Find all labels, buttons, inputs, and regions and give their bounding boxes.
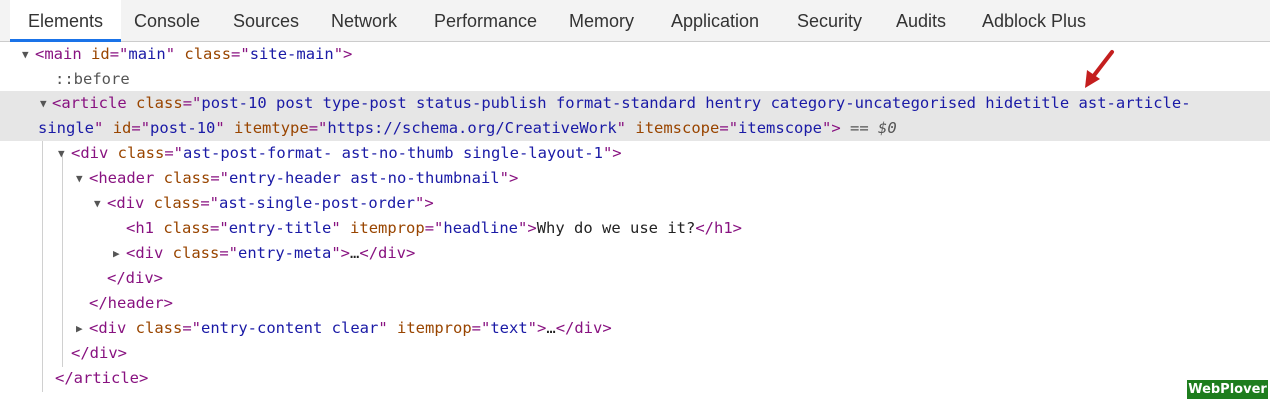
watermark-logo: WebPlover	[1187, 380, 1268, 399]
dom-node-main[interactable]: ▼ <main id="main" class="site-main">	[0, 42, 1270, 67]
attr-value: ast-single-post-order	[219, 194, 415, 212]
attr-value: entry-content clear	[201, 319, 379, 337]
attr-value: itemscope	[738, 119, 823, 137]
dom-node-entry-content[interactable]: ▶ <div class="entry-content clear" itemp…	[0, 316, 1270, 341]
tab-sources[interactable]: Sources	[233, 0, 299, 42]
dom-node-close-div[interactable]: </div>	[0, 341, 1270, 366]
tag-name: article	[61, 94, 127, 112]
dom-node-before[interactable]: ::before	[0, 67, 1270, 92]
attr-value: entry-header ast-no-thumbnail	[229, 169, 500, 187]
dom-node-entry-meta[interactable]: ▶ <div class="entry-meta">…</div>	[0, 241, 1270, 266]
attr-value: single	[38, 119, 94, 137]
attr-value: text	[490, 319, 528, 337]
collapsed-ellipsis: …	[546, 319, 556, 337]
devtools-tab-bar: Elements Console Sources Network Perform…	[0, 0, 1270, 42]
tab-console[interactable]: Console	[134, 0, 200, 42]
expand-triangle-icon[interactable]: ▼	[76, 166, 90, 191]
dom-node-close-div[interactable]: </div>	[0, 266, 1270, 291]
dom-node-close-header[interactable]: </header>	[0, 291, 1270, 316]
attr-value: post-10 post type-post status-publish fo…	[201, 94, 1191, 112]
dom-node-header[interactable]: ▼ <header class="entry-header ast-no-thu…	[0, 166, 1270, 191]
attr-value: entry-meta	[238, 244, 332, 262]
h1-text-node: Why do we use it?	[536, 219, 696, 237]
tab-application[interactable]: Application	[671, 0, 759, 42]
tag-name: main	[44, 45, 82, 63]
attr-value: main	[128, 45, 166, 63]
collapsed-triangle-icon[interactable]: ▶	[76, 316, 90, 341]
attr-value: site-main	[249, 45, 334, 63]
dom-node-close-article[interactable]: </article>	[0, 366, 1270, 391]
attr-value: https://schema.org/CreativeWork	[327, 119, 617, 137]
tab-performance[interactable]: Performance	[434, 0, 537, 42]
expand-triangle-icon[interactable]: ▼	[22, 42, 36, 67]
dom-node-h1[interactable]: <h1 class="entry-title" itemprop="headli…	[0, 216, 1270, 241]
tab-memory[interactable]: Memory	[569, 0, 634, 42]
pseudo-element: ::before	[55, 70, 130, 88]
attr-value: headline	[443, 219, 519, 237]
expand-triangle-icon[interactable]: ▼	[58, 141, 72, 166]
dom-tree: ▼ <main id="main" class="site-main"> ::b…	[0, 42, 1270, 401]
tab-network[interactable]: Network	[331, 0, 397, 42]
tab-security[interactable]: Security	[797, 0, 862, 42]
dom-node-div-post-format[interactable]: ▼ <div class="ast-post-format- ast-no-th…	[0, 141, 1270, 166]
attr-value: post-10	[150, 119, 216, 137]
tab-audits[interactable]: Audits	[896, 0, 946, 42]
selected-node-marker: == $0	[850, 119, 897, 137]
collapsed-ellipsis: …	[350, 244, 360, 262]
dom-node-div-post-order[interactable]: ▼ <div class="ast-single-post-order">	[0, 191, 1270, 216]
collapsed-triangle-icon[interactable]: ▶	[113, 241, 127, 266]
attr-value: ast-post-format- ast-no-thumb single-lay…	[183, 144, 603, 162]
tab-elements[interactable]: Elements	[10, 0, 122, 42]
dom-node-article-selected[interactable]: ▼ <article class="post-10 post type-post…	[0, 91, 1270, 141]
expand-triangle-icon[interactable]: ▼	[94, 191, 108, 216]
attr-value: entry-title	[228, 219, 332, 237]
annotation-arrow-icon	[1085, 50, 1114, 88]
tab-adblock-plus[interactable]: Adblock Plus	[982, 0, 1086, 42]
